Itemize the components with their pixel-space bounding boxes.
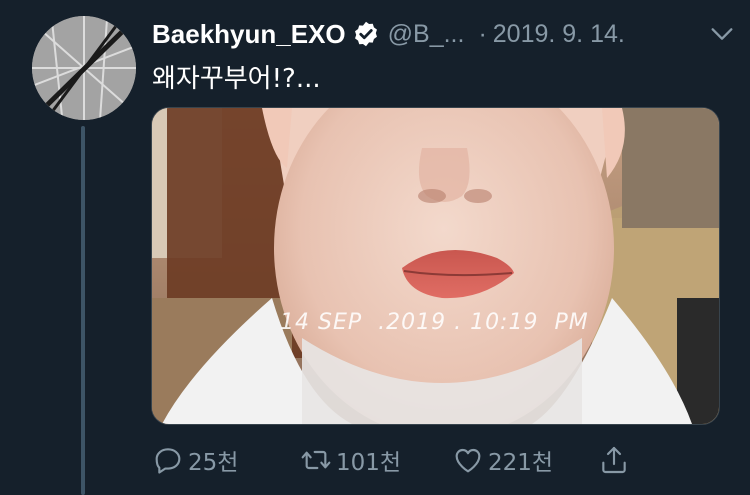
share-icon	[602, 446, 626, 474]
avatar[interactable]	[32, 16, 136, 120]
reply-count: 25천	[188, 450, 239, 476]
reply-icon	[155, 448, 181, 474]
retweet-button[interactable]: 101천	[300, 440, 401, 480]
share-button[interactable]	[598, 440, 634, 480]
photo-timestamp-overlay: 14 SEP .2019 . 10:19 PM	[280, 310, 589, 335]
display-name[interactable]: Baekhyun_EXO	[152, 19, 346, 50]
like-button[interactable]: 221천	[452, 440, 553, 480]
thread-line	[81, 126, 85, 495]
tweet-date[interactable]: 2019. 9. 14.	[493, 20, 625, 49]
tweet-header: Baekhyun_EXO @B_... · 2019. 9. 14.	[152, 14, 736, 54]
tweet-media[interactable]: 14 SEP .2019 . 10:19 PM	[151, 107, 720, 425]
like-count: 221천	[488, 450, 554, 476]
chevron-down-icon[interactable]	[708, 20, 736, 48]
retweet-icon	[301, 450, 331, 470]
separator-dot: ·	[478, 19, 487, 48]
heart-icon	[455, 448, 481, 473]
reply-button[interactable]: 25천	[152, 440, 238, 480]
avatar-image	[32, 16, 136, 120]
tweet-actions: 25천 101천 221천	[152, 440, 652, 480]
selfie-photo	[152, 108, 719, 424]
verified-badge-icon	[352, 20, 380, 48]
tweet-text: 왜자꾸부어!?...	[152, 64, 321, 94]
retweet-count: 101천	[336, 450, 402, 476]
handle[interactable]: @B_...	[388, 20, 465, 49]
